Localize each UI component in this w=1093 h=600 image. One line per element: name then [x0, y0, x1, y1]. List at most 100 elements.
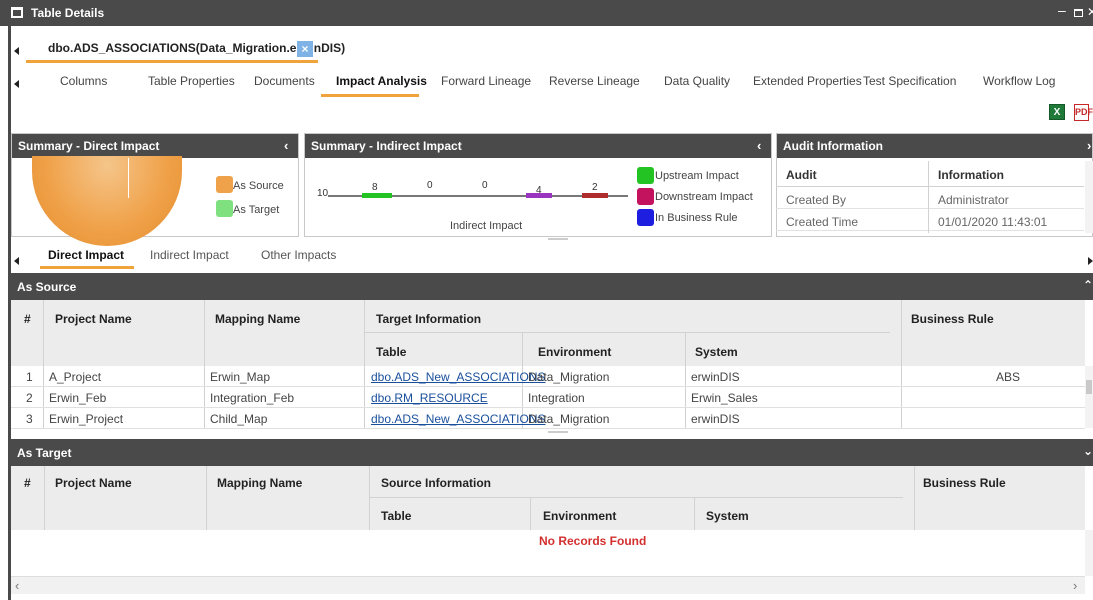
system-cell: erwinDIS	[691, 370, 740, 384]
chevron-up-icon[interactable]: ⌃	[1083, 278, 1093, 292]
audit-value: 01/01/2020 11:43:01	[938, 215, 1048, 229]
as-target-scrollbar[interactable]	[1085, 530, 1093, 576]
tab-impact-analysis[interactable]: Impact Analysis	[336, 74, 427, 88]
window-icon	[11, 7, 23, 18]
tab-table-properties[interactable]: Table Properties	[148, 74, 235, 88]
legend-swatch-business-rule	[637, 209, 654, 226]
value-label: 0	[482, 180, 488, 191]
summary-indirect-header: Summary - Indirect Impact ‹	[305, 134, 771, 158]
upstream-bar[interactable]	[362, 193, 392, 198]
legend-label-upstream: Upstream Impact	[655, 170, 739, 182]
table-link[interactable]: dbo.RM_RESOURCE	[371, 391, 488, 405]
pdf-export-icon[interactable]: PDF	[1074, 104, 1093, 121]
minimize-icon[interactable]: –	[1058, 2, 1066, 18]
col-source-information: Source Information	[381, 476, 492, 490]
table-row[interactable]: 2 Erwin_Feb Integration_Feb dbo.RM_RESOU…	[11, 387, 1085, 408]
as-source-scrollbar[interactable]	[1085, 366, 1093, 428]
legend-label-downstream: Downstream Impact	[655, 191, 753, 203]
tab-extended-properties[interactable]: Extended Properties	[753, 74, 862, 88]
value-label: 0	[427, 180, 433, 191]
table-link[interactable]: dbo.ADS_New_ASSOCIATIONS	[371, 412, 546, 426]
audit-col-information: Information	[938, 168, 1004, 182]
as-target-header[interactable]: As Target ⌄	[11, 439, 1093, 466]
tab-columns[interactable]: Columns	[60, 74, 107, 88]
business-rule-cell: ABS	[996, 370, 1021, 384]
table-link[interactable]: dbo.ADS_New_ASSOCIATIONS	[371, 370, 546, 384]
tab-forward-lineage[interactable]: Forward Lineage	[441, 74, 531, 88]
chevron-down-icon[interactable]: ⌄	[1083, 444, 1093, 458]
row-num: 3	[26, 412, 33, 426]
audit-header: Audit Information ›	[777, 134, 1092, 158]
col-mapping-name[interactable]: Mapping Name	[217, 476, 302, 490]
col-divider	[44, 466, 45, 530]
col-divider	[206, 466, 207, 530]
col-table[interactable]: Table	[376, 345, 406, 359]
environment-cell: Data_Migration	[528, 370, 610, 384]
row-num: 1	[26, 370, 33, 384]
as-source-grid-header: # Project Name Mapping Name Target Infor…	[11, 300, 1085, 366]
audit-row: Created By Administrator	[776, 189, 1084, 209]
col-project-name[interactable]: Project Name	[55, 476, 132, 490]
col-mapping-name[interactable]: Mapping Name	[215, 312, 300, 326]
col-project-name[interactable]: Project Name	[55, 312, 132, 326]
tab-reverse-lineage[interactable]: Reverse Lineage	[549, 74, 640, 88]
audit-row: Created Time 01/01/2020 11:43:01	[776, 211, 1084, 231]
as-source-scroll-thumb[interactable]	[1086, 380, 1092, 394]
pie-divider	[128, 158, 129, 198]
axis-start-label: 10	[317, 188, 329, 199]
col-environment[interactable]: Environment	[543, 509, 616, 523]
audit-header-row: Audit Information	[776, 161, 1084, 187]
document-tab[interactable]: dbo.ADS_ASSOCIATIONS(Data_Migration.erwi…	[26, 39, 345, 63]
col-system[interactable]: System	[695, 345, 738, 359]
header-divider	[369, 497, 903, 498]
col-environment[interactable]: Environment	[538, 345, 611, 359]
document-tab-close-icon[interactable]: ×	[297, 41, 313, 57]
scroll-right-icon[interactable]: ›	[1073, 578, 1077, 593]
col-business-rule[interactable]: Business Rule	[911, 312, 994, 326]
doc-tab-scroll-left-icon[interactable]	[14, 47, 19, 55]
table-row[interactable]: 1 A_Project Erwin_Map dbo.ADS_New_ASSOCI…	[11, 366, 1085, 387]
tab-workflow-log[interactable]: Workflow Log	[983, 74, 1055, 88]
col-system[interactable]: System	[706, 509, 749, 523]
audit-scrollbar[interactable]	[1085, 161, 1093, 233]
environment-cell: Data_Migration	[528, 412, 610, 426]
active-subtab-indicator	[40, 266, 134, 269]
value-label: 4	[536, 185, 542, 196]
as-source-header[interactable]: As Source ⌃	[11, 273, 1093, 300]
subtab-indirect-impact[interactable]: Indirect Impact	[150, 248, 229, 262]
close-icon[interactable]: ✕	[1087, 5, 1093, 19]
indirect-chart-caption: Indirect Impact	[450, 220, 523, 232]
audit-key: Created Time	[786, 215, 859, 229]
tab-test-specification[interactable]: Test Specification	[863, 74, 956, 88]
legend-swatch-as-source	[216, 176, 233, 193]
subtab-direct-impact[interactable]: Direct Impact	[48, 248, 124, 262]
col-divider	[530, 497, 531, 530]
subtabs-scroll-right-icon[interactable]	[1088, 257, 1093, 265]
splitter-handle[interactable]	[548, 431, 568, 433]
chevron-right-icon[interactable]: ›	[1087, 138, 1091, 153]
legend-swatch-upstream	[637, 167, 654, 184]
tab-documents[interactable]: Documents	[254, 74, 315, 88]
audit-col-divider	[928, 161, 929, 233]
subtab-other-impacts[interactable]: Other Impacts	[261, 248, 336, 262]
row-num: 2	[26, 391, 33, 405]
col-table[interactable]: Table	[381, 509, 411, 523]
maximize-icon[interactable]	[1074, 9, 1083, 17]
main-tabs: Columns Table Properties Documents Impac…	[11, 70, 1093, 96]
scroll-left-icon[interactable]: ‹	[15, 578, 19, 593]
audit-value: Administrator	[938, 193, 1009, 207]
chevron-left-icon[interactable]: ‹	[284, 138, 288, 153]
impact-subtabs: Direct Impact Indirect Impact Other Impa…	[11, 240, 1093, 270]
table-row[interactable]: 3 Erwin_Project Child_Map dbo.ADS_New_AS…	[11, 408, 1085, 429]
excel-export-icon[interactable]: X	[1049, 104, 1065, 120]
col-business-rule[interactable]: Business Rule	[923, 476, 1006, 490]
audit-key: Created By	[786, 193, 847, 207]
horizontal-scrollbar[interactable]: ‹ ›	[11, 576, 1085, 594]
active-tab-indicator	[321, 94, 419, 97]
window-titlebar: Table Details – ✕	[0, 0, 1093, 26]
indirect-bar-2[interactable]	[582, 193, 608, 198]
value-label: 8	[372, 182, 378, 193]
audit-col-audit: Audit	[786, 168, 817, 182]
tab-data-quality[interactable]: Data Quality	[664, 74, 730, 88]
chevron-left-icon[interactable]: ‹	[757, 138, 761, 153]
